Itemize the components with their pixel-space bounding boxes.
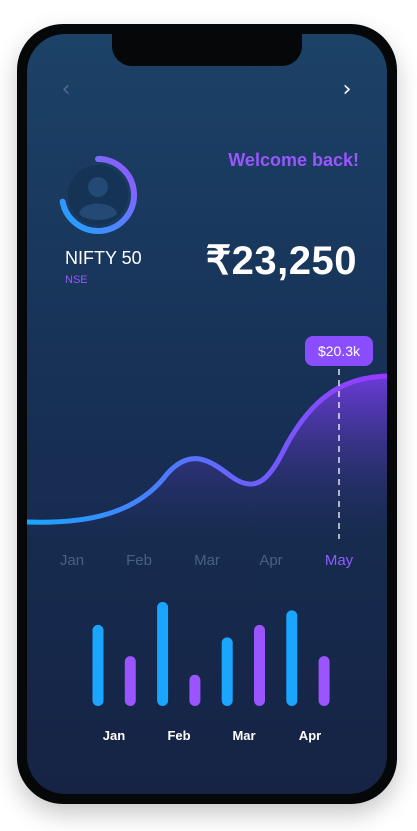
- month-label-jan[interactable]: Jan: [60, 552, 84, 569]
- bar-7: [286, 610, 298, 706]
- bar-4: [189, 674, 201, 706]
- bar-6: [254, 624, 265, 706]
- current-price: ₹23,250: [205, 239, 357, 283]
- month-label-feb[interactable]: Feb: [126, 552, 152, 569]
- month-label-may[interactable]: May: [325, 552, 353, 569]
- chevron-right-icon[interactable]: ›: [336, 77, 358, 102]
- welcome-message: Welcome back!: [228, 150, 359, 170]
- bar-2: [124, 656, 136, 706]
- bar-1: [92, 624, 104, 706]
- bar-label-jan: Jan: [102, 728, 126, 743]
- price-chart: [27, 369, 387, 706]
- month-label-mar[interactable]: Mar: [194, 552, 220, 569]
- phone-notch: [112, 34, 302, 66]
- area-fill: [27, 376, 387, 539]
- user-avatar-icon[interactable]: [57, 154, 139, 236]
- bar-label-mar: Mar: [232, 728, 256, 743]
- app-screen: ‹ › Welcome back! NIFTY 50 NSE ₹23,250 $…: [27, 34, 387, 794]
- exchange-label: NSE: [65, 274, 88, 286]
- highlight-tooltip: $20.3k: [305, 336, 373, 366]
- chevron-left-icon[interactable]: ‹: [55, 77, 77, 102]
- month-label-apr[interactable]: Apr: [259, 552, 282, 569]
- bar-label-feb: Feb: [167, 728, 191, 743]
- bar-8: [318, 656, 330, 706]
- bar-3: [157, 602, 169, 706]
- phone-frame: ‹ › Welcome back! NIFTY 50 NSE ₹23,250 $…: [17, 24, 397, 804]
- index-name: NIFTY 50: [65, 248, 142, 268]
- bar-label-apr: Apr: [298, 728, 322, 743]
- bar-5: [221, 637, 233, 706]
